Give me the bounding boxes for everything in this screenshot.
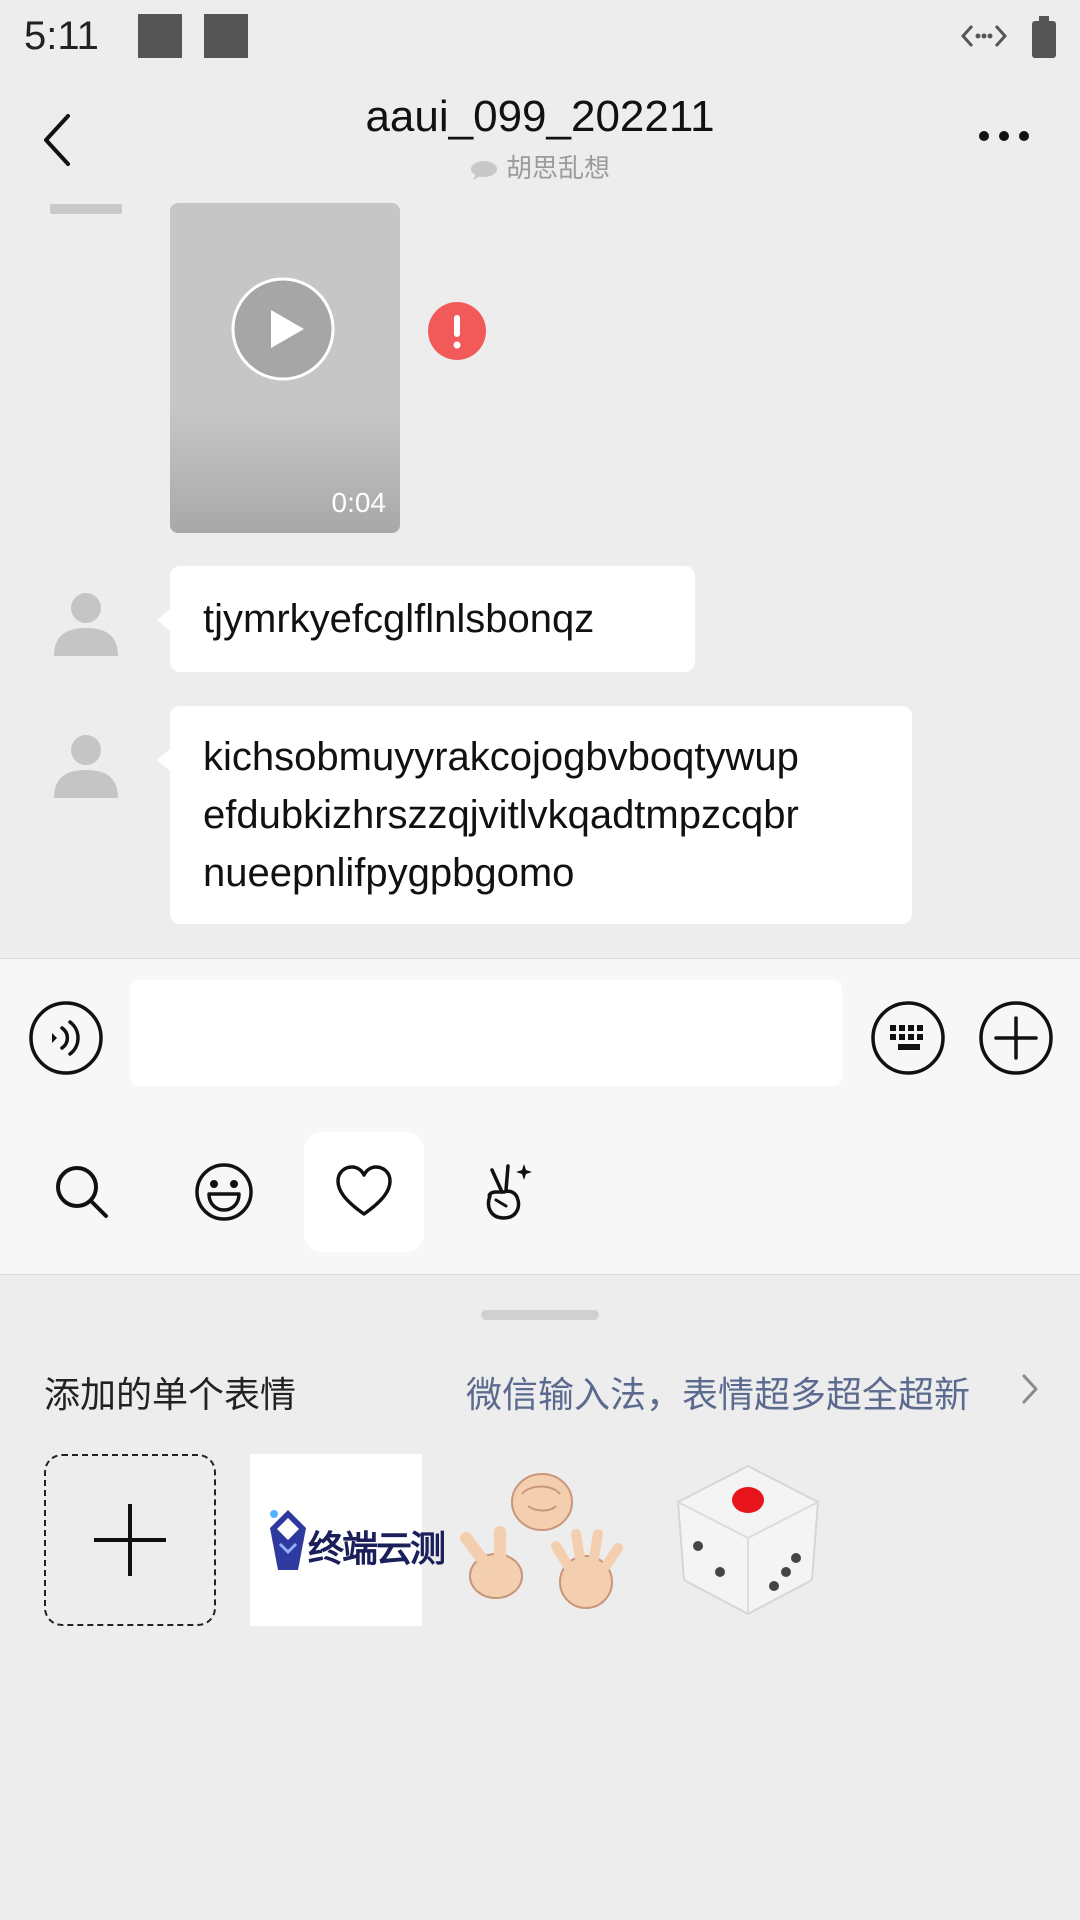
notification-icon	[138, 14, 182, 58]
tab-stickers[interactable]	[444, 1132, 564, 1252]
user-placeholder-icon	[50, 726, 122, 798]
message-text-line: kichsobmuyyrakcojogbvboqtywup	[203, 735, 799, 779]
tab-favorites[interactable]	[304, 1132, 424, 1252]
play-icon[interactable]	[230, 276, 336, 382]
bubble-tail	[157, 608, 171, 632]
notification-icon	[204, 14, 248, 58]
send-failed-icon[interactable]	[428, 302, 486, 360]
avatar[interactable]	[50, 204, 122, 214]
smiley-icon	[195, 1163, 253, 1221]
battery-icon	[1032, 16, 1056, 58]
chat-subtitle: 胡思乱想	[0, 148, 1080, 185]
message-text-line: efdubkizhrszzqjvitlvkqadtmpzcqbr	[203, 793, 799, 837]
rock-paper-scissors-sticker[interactable]	[456, 1454, 628, 1626]
bubble-tail	[157, 748, 171, 772]
more-options-icon[interactable]	[976, 128, 1032, 144]
keyboard-toggle-button[interactable]	[870, 1000, 946, 1076]
link-icon	[960, 24, 1008, 48]
peace-hand-icon	[486, 1164, 532, 1220]
avatar[interactable]	[50, 584, 122, 656]
section-title: 添加的单个表情	[44, 1374, 297, 1415]
user-placeholder-icon	[50, 584, 122, 656]
subtitle-text: 胡思乱想	[505, 153, 610, 183]
search-icon	[56, 1166, 108, 1218]
text-message[interactable]: tjymrkyefcglflnlsbonqz	[170, 566, 695, 672]
message-input[interactable]	[130, 980, 842, 1086]
logo-mark-icon	[270, 1510, 306, 1570]
video-duration: 0:04	[331, 487, 387, 518]
panel-drag-handle[interactable]	[481, 1310, 599, 1320]
tab-search[interactable]	[22, 1132, 142, 1252]
plus-icon	[94, 1504, 166, 1576]
message-text-line: nueepnlifpygpbgomo	[203, 851, 575, 895]
avatar[interactable]	[50, 726, 122, 798]
add-sticker-button[interactable]	[44, 1454, 216, 1626]
voice-input-button[interactable]	[28, 1000, 104, 1076]
sticker-logo[interactable]: 终端云测	[250, 1454, 446, 1626]
text-message[interactable]: kichsobmuyyrakcojogbvboqtywup efdubkizhr…	[170, 706, 912, 924]
message-text: tjymrkyefcglflnlsbonqz	[203, 597, 595, 641]
chat-bubble-icon	[470, 161, 497, 181]
video-message[interactable]: 0:04	[170, 203, 400, 533]
logo-text: 终端云测	[308, 1528, 446, 1569]
dice-sticker[interactable]	[662, 1454, 834, 1626]
input-method-promo-link[interactable]: 微信输入法，表情超多超全超新	[466, 1366, 970, 1418]
chat-title[interactable]: aaui_099_202211	[0, 92, 1080, 142]
more-functions-button[interactable]	[978, 1000, 1054, 1076]
heart-icon	[336, 1165, 392, 1216]
tab-emoji[interactable]	[164, 1132, 284, 1252]
status-time: 5:11	[24, 14, 99, 58]
chevron-right-icon[interactable]	[1020, 1372, 1040, 1406]
